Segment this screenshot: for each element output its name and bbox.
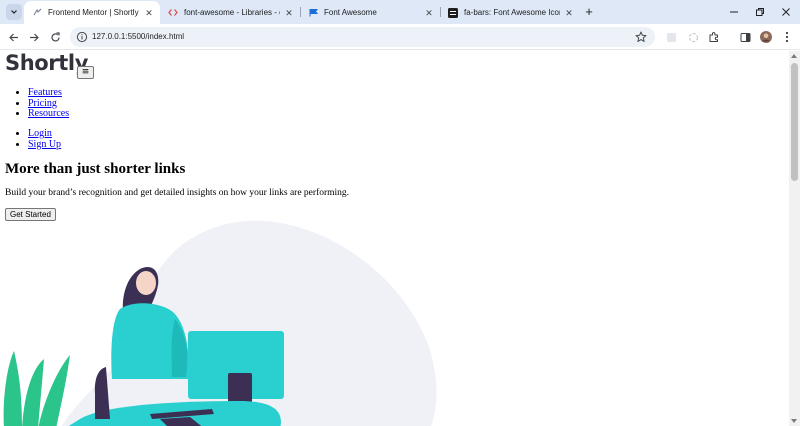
hamburger-menu-button[interactable]: ≡	[77, 66, 94, 79]
nav-item-resources: Resources	[28, 108, 69, 120]
extension-placeholder-icon	[666, 32, 676, 42]
close-icon	[782, 8, 790, 16]
restore-icon	[756, 8, 764, 16]
side-panel-icon	[740, 32, 750, 42]
font-awesome-flag-icon	[308, 8, 318, 18]
site-logo[interactable]: Shortly	[5, 51, 88, 75]
nav-item-signup: Sign Up	[28, 139, 61, 151]
back-button[interactable]	[5, 29, 21, 45]
font-awesome-bars-icon	[448, 7, 458, 18]
reload-icon	[50, 31, 60, 42]
minimize-button[interactable]	[726, 4, 742, 20]
hero-title: More than just shorter links	[5, 161, 186, 177]
browser-toolbar: 127.0.0.1:5500/index.html	[0, 24, 800, 50]
working-illustration	[3, 220, 437, 426]
url-text[interactable]: 127.0.0.1:5500/index.html	[92, 27, 184, 47]
scrollbar-thumb[interactable]	[791, 63, 798, 181]
bookmark-star-icon[interactable]	[635, 31, 647, 43]
extension-spinner-icon	[688, 32, 698, 42]
hero-description: Build your brand’s recognition and get d…	[5, 188, 350, 198]
browser-menu-button[interactable]	[780, 30, 794, 44]
scroll-down-arrow-icon[interactable]	[791, 419, 797, 423]
page-scrollbar[interactable]	[789, 51, 800, 426]
tab-title: fa-bars: Font Awesome Icons	[464, 8, 560, 17]
site-info-icon[interactable]	[76, 31, 88, 43]
close-tab-icon[interactable]: ✕	[564, 8, 574, 18]
forward-button[interactable]	[26, 29, 42, 45]
reload-button[interactable]	[47, 29, 63, 45]
kebab-menu-icon	[785, 31, 789, 43]
nav-link-pricing[interactable]: Pricing	[28, 98, 57, 109]
auth-nav: Login Sign Up	[28, 128, 61, 151]
close-window-button[interactable]	[778, 4, 794, 20]
page-viewport: Shortly ≡ Features Pricing Resources Log…	[0, 51, 789, 426]
tab-cdnjs[interactable]: font-awesome - Libraries - cdnj ✕	[160, 1, 300, 24]
tab-search-button[interactable]	[6, 4, 22, 20]
arrow-right-icon	[29, 33, 39, 41]
tab-shortly[interactable]: Frontend Mentor | Shortly URL ✕	[24, 1, 160, 24]
tab-title: Font Awesome	[324, 8, 377, 17]
nav-link-signup[interactable]: Sign Up	[28, 139, 61, 150]
nav-link-resources[interactable]: Resources	[28, 108, 69, 119]
close-tab-icon[interactable]: ✕	[284, 8, 294, 18]
scroll-up-arrow-icon[interactable]	[791, 54, 797, 58]
arrow-left-icon	[8, 33, 18, 41]
frontend-mentor-icon	[32, 8, 42, 18]
tab-fa-bars[interactable]: fa-bars: Font Awesome Icons ✕	[440, 1, 580, 24]
browser-tab-strip: Frontend Mentor | Shortly URL ✕ font-awe…	[0, 0, 800, 24]
extension-button[interactable]	[686, 30, 700, 44]
close-tab-icon[interactable]: ✕	[144, 8, 154, 18]
extensions-menu-button[interactable]	[707, 30, 721, 44]
new-tab-button[interactable]: +	[582, 5, 596, 19]
cdnjs-icon	[168, 8, 178, 18]
avatar-icon	[760, 31, 772, 43]
plant-leaves-shape	[3, 351, 70, 426]
tab-title: font-awesome - Libraries - cdnj	[184, 8, 280, 17]
close-tab-icon[interactable]: ✕	[424, 8, 434, 18]
tab-title: Frontend Mentor | Shortly URL	[48, 8, 140, 17]
address-bar[interactable]: 127.0.0.1:5500/index.html	[70, 27, 655, 47]
restore-button[interactable]	[752, 4, 768, 20]
tab-font-awesome[interactable]: Font Awesome ✕	[300, 1, 440, 24]
nav-link-login[interactable]: Login	[28, 128, 52, 139]
side-panel-button[interactable]	[738, 30, 752, 44]
minimize-icon	[730, 11, 738, 13]
nav-link-features[interactable]: Features	[28, 87, 62, 98]
puzzle-icon	[709, 32, 718, 42]
chevron-down-icon	[11, 10, 17, 14]
primary-nav: Features Pricing Resources	[28, 87, 69, 120]
profile-avatar[interactable]	[759, 30, 773, 44]
extension-button[interactable]	[664, 30, 678, 44]
